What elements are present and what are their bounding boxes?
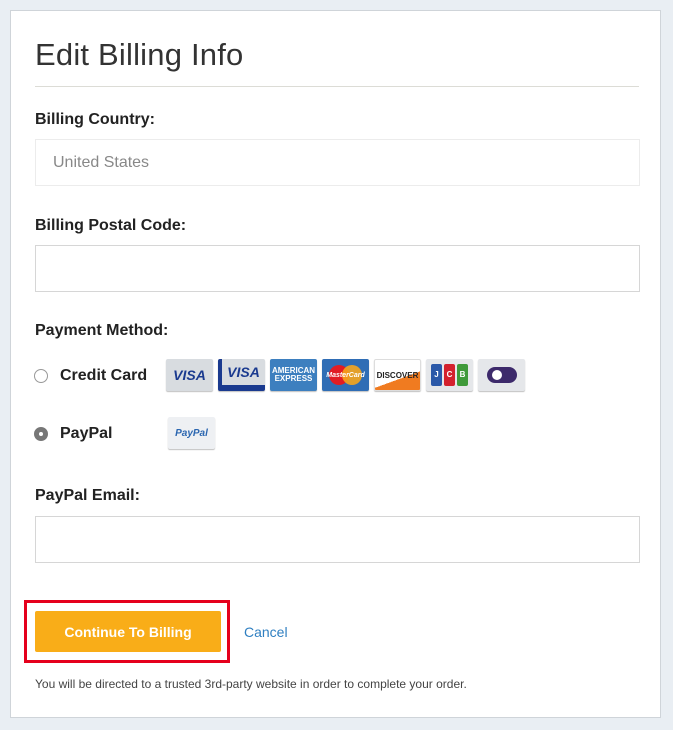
cancel-link[interactable]: Cancel: [244, 624, 288, 640]
billing-card: Edit Billing Info Billing Country: Billi…: [10, 10, 661, 718]
mastercard-logo-icon: MasterCard: [322, 359, 369, 391]
paypal-email-field[interactable]: [35, 516, 640, 563]
paypal-option[interactable]: PayPal: [34, 425, 112, 443]
visa-logo-icon: VISA: [166, 359, 213, 391]
continue-button-highlight: Continue To Billing: [24, 600, 230, 663]
billing-postal-input[interactable]: [36, 246, 639, 291]
mastercard-text: MasterCard: [326, 371, 365, 379]
jcb-logo-icon: J C B: [426, 359, 473, 391]
continue-to-billing-button[interactable]: Continue To Billing: [35, 611, 221, 652]
amex-logo-icon: AMERICAN EXPRESS: [270, 359, 317, 391]
diners-club-logo-icon: [478, 359, 525, 391]
billing-postal-field[interactable]: [35, 245, 640, 292]
paypal-label: PayPal: [60, 425, 113, 442]
card-logos: VISA VISA AMERICAN EXPRESS MasterCard DI…: [166, 359, 525, 391]
redirect-note: You will be directed to a trusted 3rd-pa…: [35, 677, 467, 691]
discover-logo-icon: DISCOVER: [374, 359, 421, 391]
paypal-email-input[interactable]: [36, 517, 639, 562]
jcb-j: J: [431, 364, 442, 386]
visa-electron-logo-icon: VISA: [218, 359, 265, 391]
paypal-email-label: PayPal Email:: [35, 487, 140, 504]
credit-card-label: Credit Card: [60, 367, 148, 384]
billing-country-field[interactable]: [35, 139, 640, 186]
paypal-radio[interactable]: [34, 427, 48, 441]
credit-card-option[interactable]: Credit Card: [34, 367, 147, 385]
jcb-b: B: [457, 364, 468, 386]
payment-method-label: Payment Method:: [35, 322, 169, 339]
credit-card-radio[interactable]: [34, 369, 48, 383]
billing-country-input[interactable]: [36, 140, 639, 185]
billing-postal-label: Billing Postal Code:: [35, 217, 187, 234]
billing-country-label: Billing Country:: [35, 111, 155, 128]
page-title: Edit Billing Info: [35, 37, 244, 72]
paypal-logo-icon: PayPal: [168, 417, 215, 449]
jcb-c: C: [444, 364, 455, 386]
divider: [35, 86, 639, 87]
